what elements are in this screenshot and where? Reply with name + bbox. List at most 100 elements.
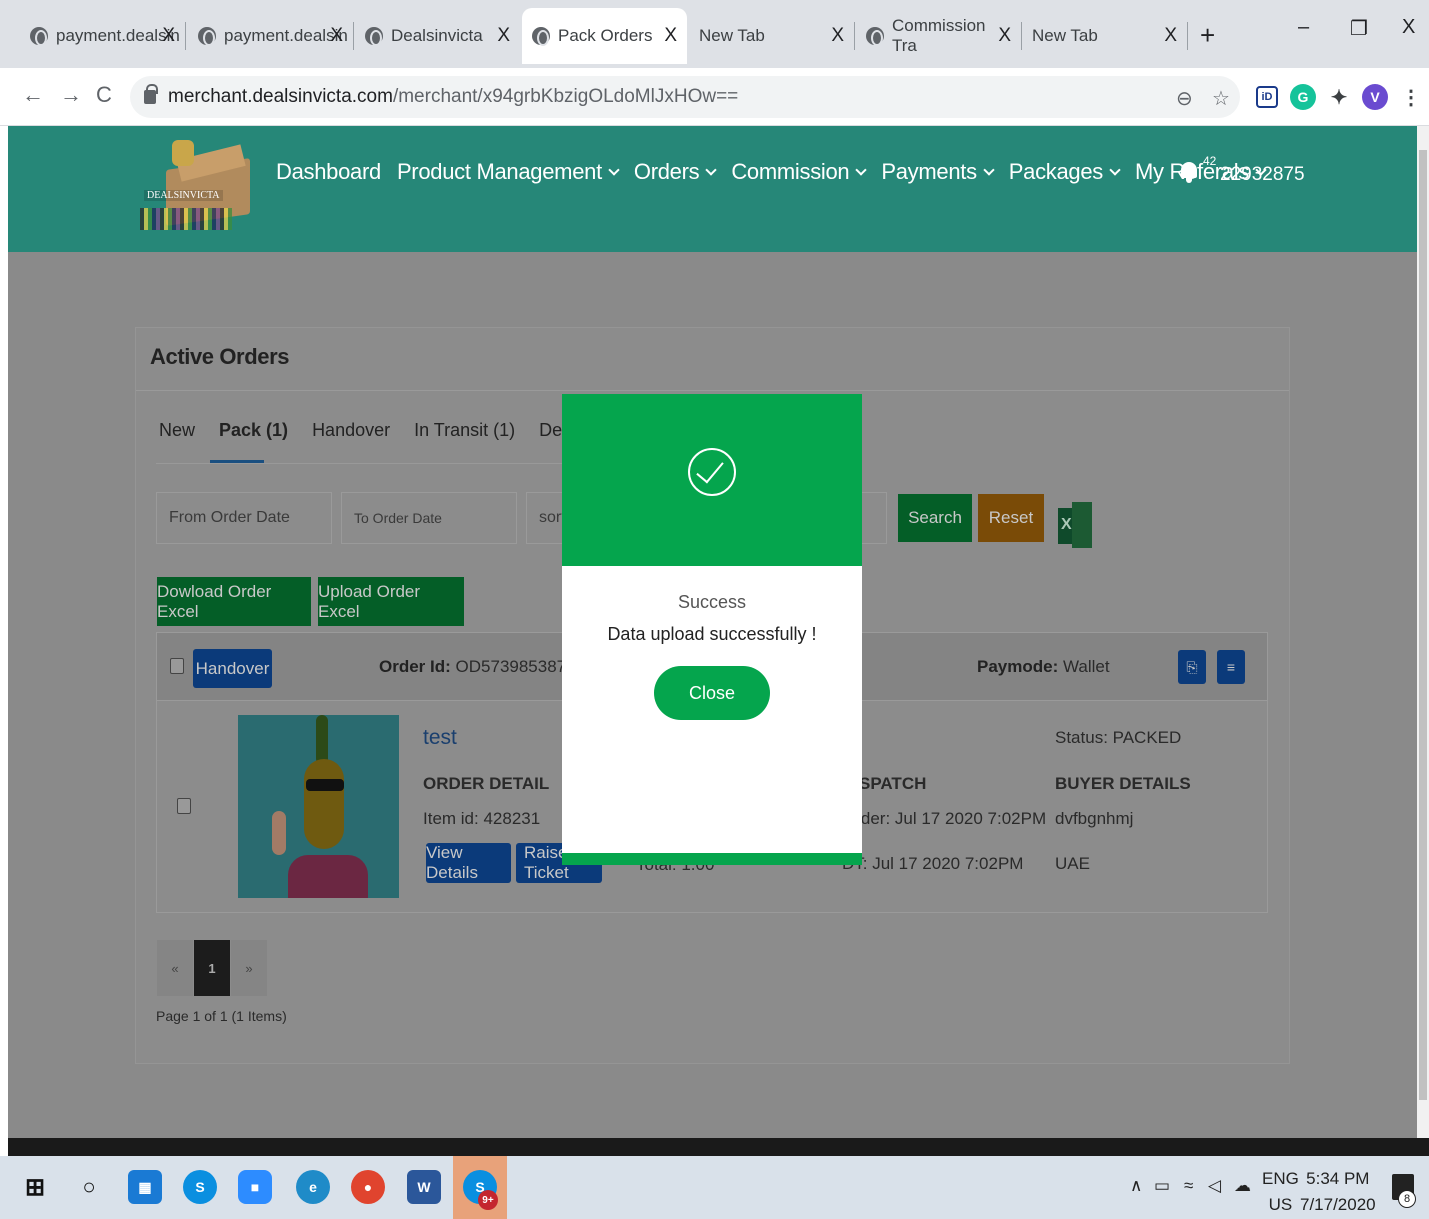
nav-payments[interactable]: Payments: [881, 159, 995, 185]
tab-close-button[interactable]: X: [330, 25, 343, 47]
onedrive-cloud-icon[interactable]: ☁: [1234, 1176, 1251, 1196]
order-id-value: OD573985387: [455, 657, 567, 676]
id-extension-icon[interactable]: iD: [1256, 86, 1278, 108]
excel-icon[interactable]: X: [1058, 502, 1092, 548]
calculator-app-icon[interactable]: ▦: [128, 1170, 162, 1204]
reset-button[interactable]: Reset: [978, 494, 1044, 542]
vertical-scrollbar[interactable]: [1417, 126, 1429, 1156]
tab-title: payment.dealsin: [224, 26, 348, 45]
kebab-menu-icon[interactable]: ⋮: [1398, 84, 1424, 110]
browser-tab[interactable]: payment.dealsin X: [20, 8, 186, 64]
new-tab-button[interactable]: +: [1200, 20, 1215, 51]
reload-icon[interactable]: C: [96, 82, 112, 108]
from-date-input[interactable]: From Order Date: [156, 492, 332, 544]
skype-icon[interactable]: S: [183, 1170, 217, 1204]
browser-tab-strip: payment.dealsin X payment.dealsin X Deal…: [0, 0, 1429, 68]
system-clock[interactable]: 5:34 PM 7/17/2020: [1300, 1166, 1376, 1218]
globe-icon: [866, 27, 884, 46]
browser-tab[interactable]: New Tab X: [689, 8, 855, 64]
forward-arrow-icon[interactable]: →: [60, 82, 82, 108]
browser-tab[interactable]: Dealsinvicta X: [355, 8, 520, 64]
back-arrow-icon[interactable]: ←: [22, 82, 44, 108]
tab-handover[interactable]: Handover: [312, 420, 390, 441]
view-details-button[interactable]: View Details: [426, 843, 511, 883]
tab-close-button[interactable]: X: [998, 25, 1011, 47]
clock-date: 7/17/2020: [1300, 1195, 1376, 1214]
extensions-puzzle-icon[interactable]: ✦: [1326, 84, 1352, 110]
edge-browser-icon[interactable]: e: [296, 1170, 330, 1204]
tab-in-transit[interactable]: In Transit (1): [414, 420, 515, 441]
wifi-icon[interactable]: ≈: [1184, 1176, 1193, 1196]
nav-dashboard[interactable]: Dashboard: [276, 159, 381, 185]
handover-button[interactable]: Handover: [193, 649, 272, 688]
order-select-all-checkbox[interactable]: [170, 658, 184, 674]
modal-message: Data upload successfully !: [607, 624, 817, 644]
pagination-next[interactable]: »: [231, 940, 267, 996]
volume-icon[interactable]: ◁: [1208, 1176, 1221, 1196]
tab-close-button[interactable]: X: [1164, 25, 1177, 47]
tab-pack[interactable]: Pack (1): [219, 420, 288, 441]
search-icon[interactable]: ○: [72, 1170, 106, 1204]
star-icon[interactable]: ☆: [1212, 86, 1230, 111]
tab-close-button[interactable]: X: [831, 25, 844, 47]
chrome-icon[interactable]: ●: [351, 1170, 385, 1204]
tab-new[interactable]: New: [159, 420, 195, 441]
pagination-prev[interactable]: «: [157, 940, 193, 996]
dealsinvicta-logo[interactable]: DEALSINVICTA: [136, 138, 254, 230]
tab-close-button[interactable]: X: [162, 25, 175, 47]
tab-close-button[interactable]: X: [664, 25, 677, 47]
order-row-checkbox[interactable]: [177, 798, 191, 814]
pdf-icon[interactable]: ⎘: [1178, 650, 1206, 684]
upload-order-excel-button[interactable]: Upload Order Excel: [318, 577, 464, 626]
download-order-excel-button[interactable]: Dowload Order Excel: [157, 577, 311, 626]
tray-chevron-up-icon[interactable]: ∧: [1130, 1176, 1142, 1196]
to-date-input[interactable]: To Order Date: [341, 492, 517, 544]
buyer-name: dvfbgnhmj: [1055, 809, 1134, 828]
browser-tab[interactable]: payment.dealsin X: [188, 8, 354, 64]
browser-tab[interactable]: New Tab X: [1022, 8, 1188, 64]
grammarly-extension-icon[interactable]: G: [1290, 84, 1316, 110]
modal-title: Success: [677, 592, 747, 612]
chevron-down-icon: [608, 164, 620, 176]
scrollbar-thumb[interactable]: [1419, 150, 1427, 1100]
globe-icon: [365, 27, 383, 46]
search-button[interactable]: Search: [898, 494, 972, 542]
windows-start-icon[interactable]: ⊞: [18, 1170, 52, 1204]
minimize-button[interactable]: –: [1298, 16, 1309, 39]
bell-icon[interactable]: [1180, 160, 1198, 183]
globe-icon: [532, 27, 550, 46]
pagination-page[interactable]: 1: [194, 940, 230, 996]
nav-label: Dashboard: [276, 159, 381, 184]
user-id[interactable]: 22932875: [1220, 164, 1305, 186]
nav-orders[interactable]: Orders: [633, 159, 717, 185]
word-icon[interactable]: W: [407, 1170, 441, 1204]
paymode-label: Paymode:: [977, 657, 1059, 676]
product-name-link[interactable]: test: [423, 726, 457, 750]
profile-avatar[interactable]: V: [1362, 84, 1388, 110]
zoom-icon[interactable]: ⊖: [1176, 86, 1193, 111]
maximize-button[interactable]: ❐: [1350, 16, 1368, 41]
zoom-app-icon[interactable]: ■: [238, 1170, 272, 1204]
tab-close-button[interactable]: X: [497, 25, 510, 47]
modal-close-button[interactable]: Close: [654, 666, 770, 720]
nav-packages[interactable]: Packages: [1009, 159, 1121, 185]
browser-tab-active[interactable]: Pack Orders X: [522, 8, 687, 64]
document-icon[interactable]: ≡: [1217, 650, 1245, 684]
window-close-button[interactable]: X: [1402, 16, 1415, 39]
nav-commission[interactable]: Commission: [731, 159, 868, 185]
dispatch-dt-date: DT: Jul 17 2020 7:02PM: [842, 854, 1024, 873]
tab-separator: [185, 22, 186, 50]
url-input[interactable]: merchant.dealsinvicta.com/merchant/x94gr…: [130, 76, 1240, 118]
windows-taskbar: ⊞ ○ ▦ S ■ e ● W S 9+ ∧ ▭ ≈ ◁ ☁ ENG US 5:3…: [0, 1156, 1429, 1219]
battery-icon[interactable]: ▭: [1154, 1176, 1170, 1196]
browser-tab[interactable]: Commission Tra X: [856, 8, 1022, 64]
clock-time: 5:34 PM: [1306, 1169, 1370, 1188]
nav-product-management[interactable]: Product Management: [397, 159, 620, 185]
language-indicator[interactable]: ENG US: [1262, 1166, 1299, 1218]
tab-title: New Tab: [699, 26, 765, 45]
tab-separator: [353, 22, 354, 50]
page-footer: [8, 1138, 1429, 1156]
lock-icon: [144, 84, 158, 104]
nav-label: Orders: [633, 159, 700, 184]
buyer-country: UAE: [1055, 854, 1090, 873]
